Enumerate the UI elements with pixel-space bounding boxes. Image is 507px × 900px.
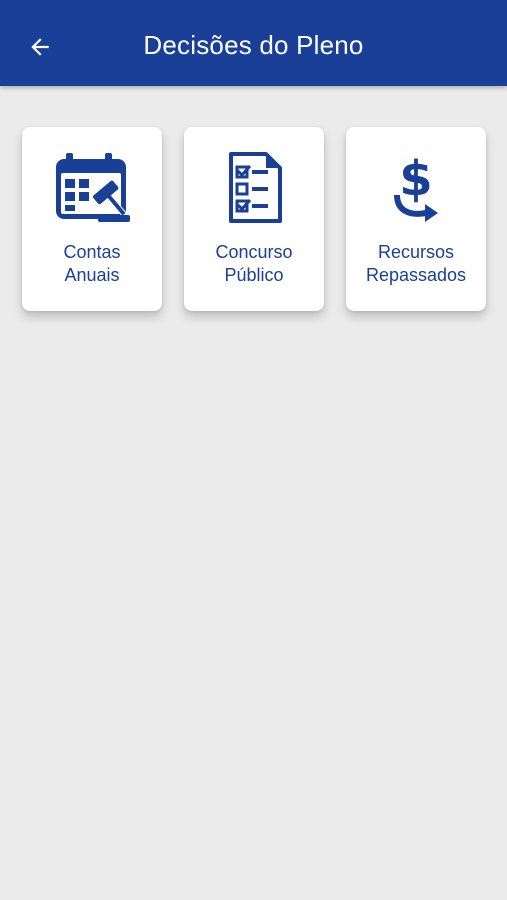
page-title: Decisões do Pleno bbox=[143, 30, 364, 60]
app-bar: Decisões do Pleno bbox=[0, 0, 507, 86]
card-label: Recursos Repassados bbox=[365, 242, 467, 285]
card-contas-anuais[interactable]: Contas Anuais bbox=[22, 127, 162, 311]
card-recursos-repassados[interactable]: $ Recursos Repassados bbox=[346, 127, 486, 311]
card-label: Contas Anuais bbox=[63, 242, 121, 285]
calendar-gavel-icon bbox=[56, 153, 130, 222]
checklist-document-icon bbox=[229, 152, 282, 223]
card-concurso-publico[interactable]: Concurso Público bbox=[184, 127, 324, 311]
svg-text:$: $ bbox=[399, 151, 432, 207]
dollar-transfer-icon: $ bbox=[394, 151, 438, 222]
card-label: Concurso Público bbox=[215, 242, 293, 285]
